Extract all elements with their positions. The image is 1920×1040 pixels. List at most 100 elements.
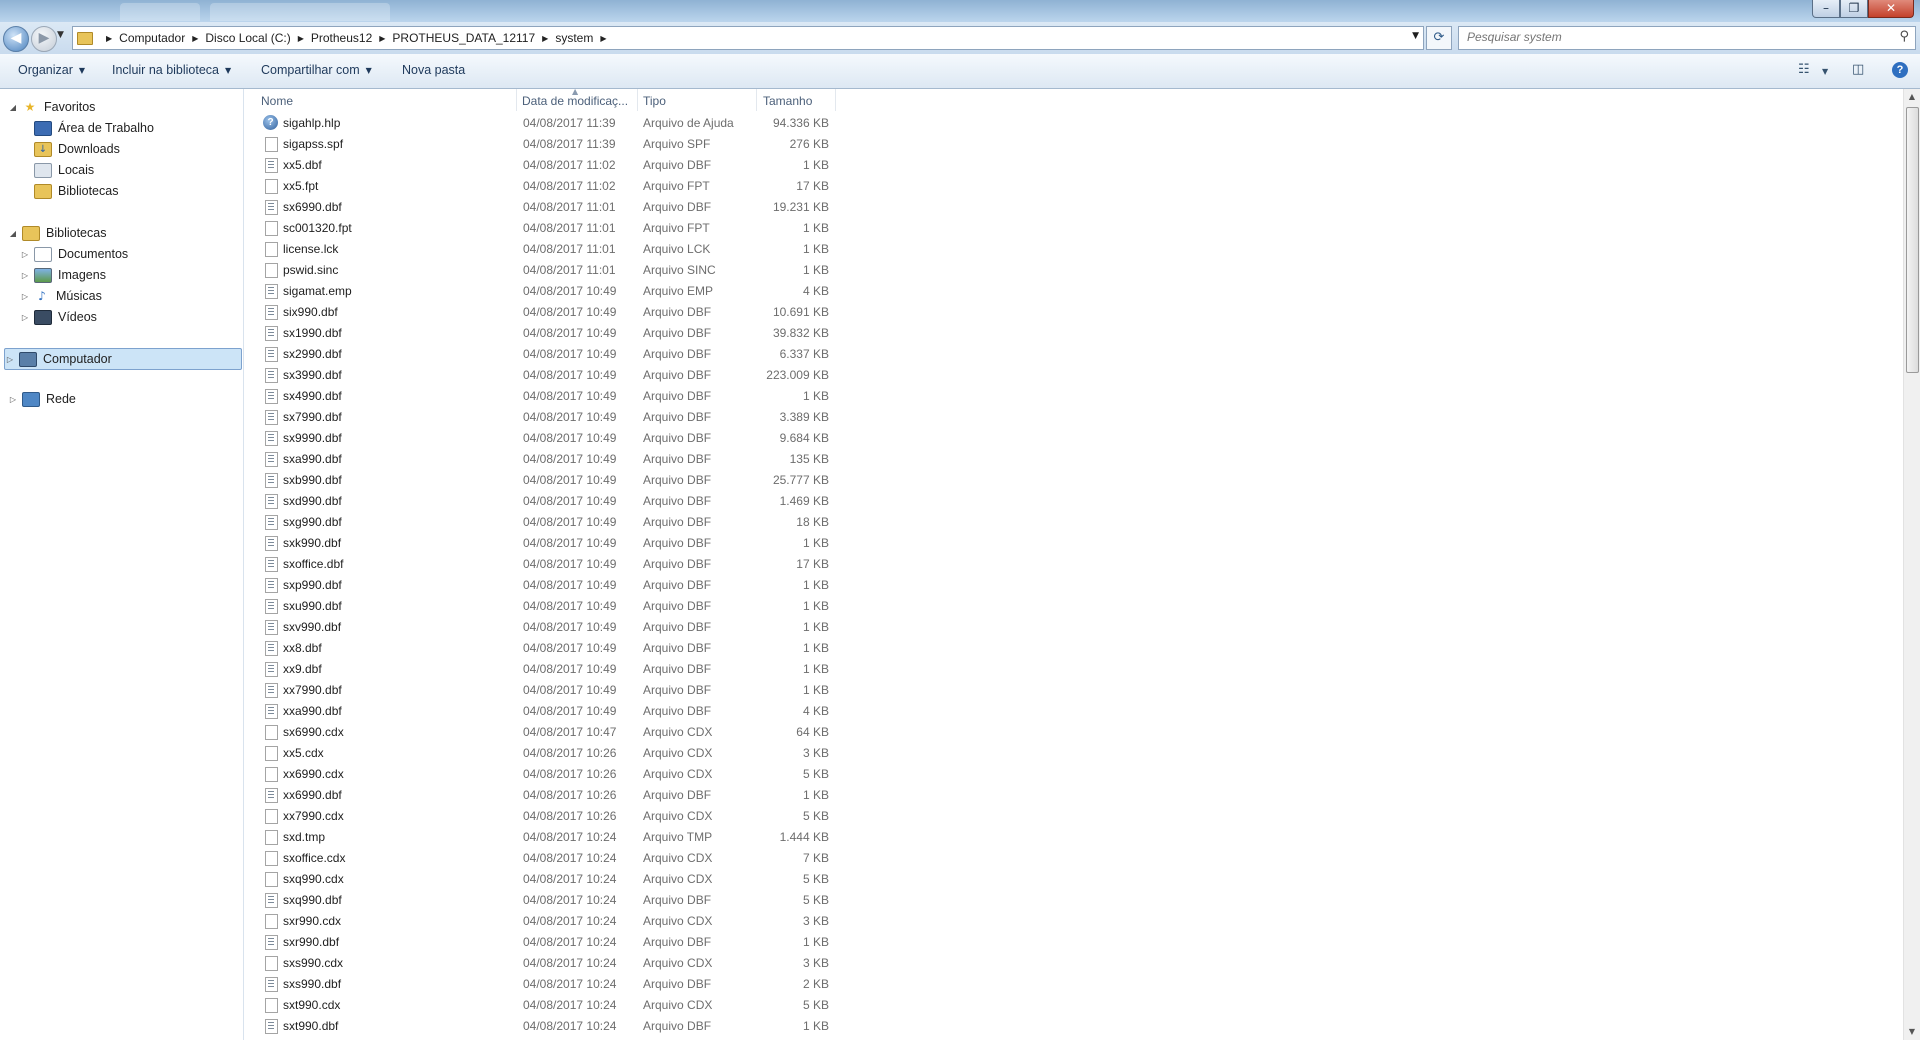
column-divider[interactable] (756, 89, 757, 111)
column-header-name[interactable]: Nome (261, 94, 293, 108)
search-input[interactable] (1459, 27, 1887, 47)
file-row[interactable]: sc001320.fpt 04/08/2017 11:01 Arquivo FPT 1… (244, 218, 844, 239)
organize-menu[interactable]: Organizar ▼ (18, 63, 85, 77)
nav-documents[interactable]: ▷ Documentos (20, 245, 128, 263)
file-row[interactable]: sx6990.cdx 04/08/2017 10:47 Arquivo CDX 64 … (244, 722, 844, 743)
file-row[interactable]: sx6990.dbf 04/08/2017 11:01 Arquivo DBF 19.… (244, 197, 844, 218)
file-row[interactable]: sxoffice.dbf 04/08/2017 10:49 Arquivo DBF 1… (244, 554, 844, 575)
forward-button[interactable]: ▶ (31, 26, 57, 52)
address-dropdown-icon[interactable]: ▼ (1412, 31, 1419, 41)
nav-videos[interactable]: ▷ Vídeos (20, 308, 97, 326)
column-divider[interactable] (637, 89, 638, 111)
view-options-dropdown[interactable]: ▼ (1822, 67, 1828, 76)
file-row[interactable]: sxt990.dbf 04/08/2017 10:24 Arquivo DBF 1 K… (244, 1016, 844, 1037)
share-with-menu[interactable]: Compartilhar com ▼ (261, 63, 372, 77)
collapse-arrow-icon[interactable]: ▷ (20, 292, 30, 301)
file-row[interactable]: sxr990.cdx 04/08/2017 10:24 Arquivo CDX 3 K… (244, 911, 844, 932)
nav-images[interactable]: ▷ Imagens (20, 266, 106, 284)
file-row[interactable]: sxb990.dbf 04/08/2017 10:49 Arquivo DBF 25.… (244, 470, 844, 491)
file-row[interactable]: sxv990.dbf 04/08/2017 10:49 Arquivo DBF 1 K… (244, 617, 844, 638)
file-row[interactable]: sx9990.dbf 04/08/2017 10:49 Arquivo DBF 9.6… (244, 428, 844, 449)
file-row[interactable]: xx7990.cdx 04/08/2017 10:26 Arquivo CDX 5 K… (244, 806, 844, 827)
nav-computer[interactable]: ▷ Computador (4, 348, 242, 370)
help-button[interactable]: ? (1892, 62, 1908, 78)
file-row[interactable]: xx5.dbf 04/08/2017 11:02 Arquivo DBF 1 KB (244, 155, 844, 176)
refresh-button[interactable]: ⟳ (1426, 26, 1452, 50)
change-view-icon[interactable]: ☷ (1798, 62, 1810, 77)
file-row[interactable]: xx6990.cdx 04/08/2017 10:26 Arquivo CDX 5 K… (244, 764, 844, 785)
breadcrumb-separator-root[interactable]: ▶ (99, 34, 119, 43)
nav-downloads[interactable]: ↓ Downloads (20, 140, 120, 158)
file-row[interactable]: sigamat.emp 04/08/2017 10:49 Arquivo EMP 4 … (244, 281, 844, 302)
address-bar[interactable]: ▶ Computador ▶ Disco Local (C:) ▶ Protheus… (72, 26, 1424, 50)
file-row[interactable]: sxr990.dbf 04/08/2017 10:24 Arquivo DBF 1 K… (244, 932, 844, 953)
nav-favorites[interactable]: ◢ ★ Favoritos (8, 98, 95, 116)
file-row[interactable]: sxa990.dbf 04/08/2017 10:49 Arquivo DBF 135… (244, 449, 844, 470)
file-row[interactable]: sxg990.dbf 04/08/2017 10:49 Arquivo DBF 18 … (244, 512, 844, 533)
file-row[interactable]: xx6990.dbf 04/08/2017 10:26 Arquivo DBF 1 K… (244, 785, 844, 806)
minimize-button[interactable]: – (1812, 0, 1840, 18)
file-row[interactable]: sx3990.dbf 04/08/2017 10:49 Arquivo DBF 223… (244, 365, 844, 386)
file-row[interactable]: xx9.dbf 04/08/2017 10:49 Arquivo DBF 1 KB (244, 659, 844, 680)
collapse-arrow-icon[interactable]: ▷ (20, 250, 30, 259)
scroll-up-arrow-icon[interactable]: ▲ (1904, 89, 1920, 105)
search-box[interactable]: ⚲ (1458, 26, 1916, 50)
file-row[interactable]: sx7990.dbf 04/08/2017 10:49 Arquivo DBF 3.3… (244, 407, 844, 428)
nav-places[interactable]: Locais (20, 161, 94, 179)
file-row[interactable]: xx5.fpt 04/08/2017 11:02 Arquivo FPT 17 KB (244, 176, 844, 197)
file-row[interactable]: sxs990.dbf 04/08/2017 10:24 Arquivo DBF 2 K… (244, 974, 844, 995)
expand-arrow-icon[interactable]: ◢ (8, 229, 18, 238)
file-row[interactable]: sxs990.cdx 04/08/2017 10:24 Arquivo CDX 3 K… (244, 953, 844, 974)
file-row[interactable]: sxk990.dbf 04/08/2017 10:49 Arquivo DBF 1 K… (244, 533, 844, 554)
collapse-arrow-icon[interactable]: ▷ (20, 313, 30, 322)
back-button[interactable]: ◀ (3, 26, 29, 52)
file-row[interactable]: sx2990.dbf 04/08/2017 10:49 Arquivo DBF 6.3… (244, 344, 844, 365)
file-row[interactable]: pswid.sinc 04/08/2017 11:01 Arquivo SINC 1 … (244, 260, 844, 281)
file-row[interactable]: ? sigahlp.hlp 04/08/2017 11:39 Arquivo de A… (244, 113, 844, 134)
file-row[interactable]: sxd990.dbf 04/08/2017 10:49 Arquivo DBF 1.4… (244, 491, 844, 512)
breadcrumb-protheus12[interactable]: Protheus12 ▶ (311, 31, 393, 45)
column-header-type[interactable]: Tipo (643, 94, 666, 108)
column-header-date[interactable]: Data de modificaç... (522, 94, 628, 108)
file-row[interactable]: xx7990.dbf 04/08/2017 10:49 Arquivo DBF 1 K… (244, 680, 844, 701)
nav-libraries-favorite[interactable]: Bibliotecas (20, 182, 118, 200)
scroll-down-arrow-icon[interactable]: ▼ (1904, 1024, 1920, 1040)
search-icon[interactable]: ⚲ (1899, 29, 1909, 44)
nav-libraries[interactable]: ◢ Bibliotecas (8, 224, 106, 242)
file-row[interactable]: sxd.tmp 04/08/2017 10:24 Arquivo TMP 1.444 … (244, 827, 844, 848)
maximize-button[interactable]: ❐ (1840, 0, 1868, 18)
file-row[interactable]: sxp990.dbf 04/08/2017 10:49 Arquivo DBF 1 K… (244, 575, 844, 596)
breadcrumb-disco-local[interactable]: Disco Local (C:) ▶ (205, 31, 311, 45)
column-divider[interactable] (835, 89, 836, 111)
column-divider[interactable] (516, 89, 517, 111)
vertical-scrollbar[interactable]: ▲ ▼ (1903, 89, 1920, 1040)
file-row[interactable]: sxq990.dbf 04/08/2017 10:24 Arquivo DBF 5 K… (244, 890, 844, 911)
column-header-size[interactable]: Tamanho (763, 94, 812, 108)
file-row[interactable]: xx8.dbf 04/08/2017 10:49 Arquivo DBF 1 KB (244, 638, 844, 659)
collapse-arrow-icon[interactable]: ▷ (8, 395, 18, 404)
close-button[interactable]: ✕ (1868, 0, 1914, 18)
file-row[interactable]: license.lck 04/08/2017 11:01 Arquivo LCK 1 … (244, 239, 844, 260)
collapse-arrow-icon[interactable]: ▷ (5, 355, 15, 364)
file-row[interactable]: sxq990.cdx 04/08/2017 10:24 Arquivo CDX 5 K… (244, 869, 844, 890)
file-row[interactable]: xx5.cdx 04/08/2017 10:26 Arquivo CDX 3 KB (244, 743, 844, 764)
file-row[interactable]: six990.dbf 04/08/2017 10:49 Arquivo DBF 10.… (244, 302, 844, 323)
preview-pane-icon[interactable]: ◫ (1852, 62, 1864, 77)
nav-desktop[interactable]: Área de Trabalho (20, 119, 154, 137)
file-row[interactable]: sxoffice.cdx 04/08/2017 10:24 Arquivo CDX 7… (244, 848, 844, 869)
file-row[interactable]: xxa990.dbf 04/08/2017 10:49 Arquivo DBF 4 K… (244, 701, 844, 722)
breadcrumb-computador[interactable]: Computador ▶ (119, 31, 205, 45)
file-row[interactable]: sigapss.spf 04/08/2017 11:39 Arquivo SPF 27… (244, 134, 844, 155)
recent-pages-dropdown[interactable]: ▼ (57, 30, 64, 40)
nav-network[interactable]: ▷ Rede (8, 390, 76, 408)
include-library-menu[interactable]: Incluir na biblioteca ▼ (112, 63, 231, 77)
file-row[interactable]: sx1990.dbf 04/08/2017 10:49 Arquivo DBF 39.… (244, 323, 844, 344)
expand-arrow-icon[interactable]: ◢ (8, 103, 18, 112)
file-row[interactable]: sxt990.cdx 04/08/2017 10:24 Arquivo CDX 5 K… (244, 995, 844, 1016)
file-row[interactable]: sxu990.dbf 04/08/2017 10:49 Arquivo DBF 1 K… (244, 596, 844, 617)
breadcrumb-system[interactable]: system ▶ (555, 31, 613, 45)
scrollbar-thumb[interactable] (1906, 107, 1919, 373)
new-folder-button[interactable]: Nova pasta (402, 63, 465, 77)
breadcrumb-protheus-data[interactable]: PROTHEUS_DATA_12117 ▶ (392, 31, 555, 45)
nav-music[interactable]: ▷ ♪ Músicas (20, 287, 102, 305)
